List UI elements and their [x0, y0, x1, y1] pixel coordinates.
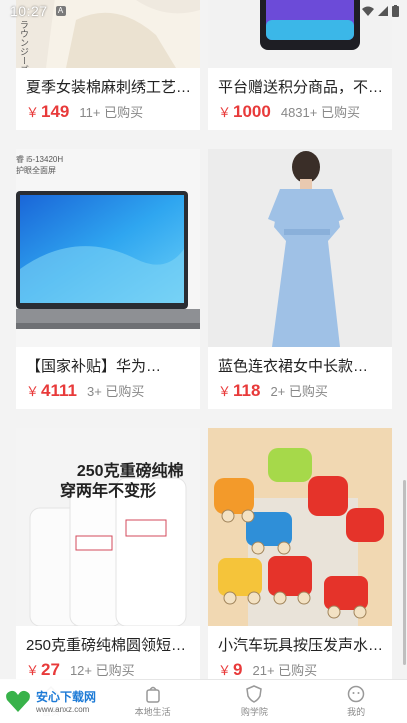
product-price: 9 [233, 660, 243, 679]
sold-count: 21+ 已购买 [252, 663, 318, 678]
tab-label: 购学院 [240, 707, 268, 717]
product-image[interactable] [208, 428, 392, 626]
watermark-url: www.anxz.com [36, 705, 90, 714]
notification-icon: A [55, 6, 66, 16]
product-title: 夏季女装棉麻刺绣工艺… [26, 79, 192, 96]
product-image[interactable]: 睿 i5-13420H 护眼全面屏 [16, 149, 200, 347]
sold-count: 11+ 已购买 [79, 105, 144, 120]
image-caption: 睿 i5-13420H 护眼全面屏 [16, 155, 64, 175]
price-symbol: ￥ [26, 384, 40, 399]
price-symbol: ￥ [26, 105, 40, 120]
wifi-icon [362, 6, 374, 16]
product-title: 【国家补贴】华为… [26, 358, 162, 375]
tab-label: 我的 [347, 707, 366, 717]
product-title: 小汽车玩具按压发声水… [218, 637, 384, 654]
tab-profile[interactable]: 我的 [305, 680, 407, 723]
product-price: 118 [233, 381, 261, 400]
price-row: ￥ 4111 3+ 已购买 [16, 381, 200, 409]
product-price: 149 [41, 102, 70, 121]
product-card[interactable]: 250克重磅纯棉 穿两年不变形 250克重磅纯棉圆领短… ￥ 27 12+ 已购… [16, 428, 200, 688]
sold-count: 3+ 已购买 [86, 384, 145, 399]
status-time: 10:27 [10, 3, 48, 19]
battery-icon [392, 5, 399, 17]
price-symbol: ￥ [26, 663, 40, 678]
signal-icon [378, 6, 388, 16]
app-screen: 10:27 A ラウンジーズ 夏季女装棉麻刺绣工艺… ￥ 149 11+ 已购买… [0, 0, 407, 723]
product-card[interactable]: 睿 i5-13420H 护眼全面屏 【国家补贴】华为… ￥ 4111 3+ 已购… [16, 149, 200, 409]
scrollbar[interactable] [403, 480, 406, 665]
sold-count: 12+ 已购买 [69, 663, 135, 678]
price-symbol: ￥ [218, 384, 232, 399]
shield-icon [246, 685, 263, 703]
price-row: ￥ 118 2+ 已购买 [208, 381, 392, 409]
watermark-logo: 安心下载网 www.anxz.com [0, 679, 110, 723]
price-row: ￥ 1000 4831+ 已购买 [208, 102, 392, 130]
product-title: 平台赠送积分商品，不… [218, 79, 384, 96]
image-caption: 250克重磅纯棉 穿两年不变形 [59, 463, 184, 500]
product-price: 4111 [41, 381, 77, 400]
sold-count: 4831+ 已购买 [280, 105, 360, 120]
bag-icon [145, 686, 160, 703]
price-row: ￥ 149 11+ 已购买 [16, 102, 200, 130]
tab-label: 本地生活 [134, 707, 171, 717]
product-title: 250克重磅纯棉圆领短… [26, 637, 187, 654]
product-image[interactable] [208, 149, 392, 347]
heart-logo-icon [6, 690, 30, 712]
watermark-text: 安心下载网 www.anxz.com [36, 688, 96, 714]
tab-academy[interactable]: 购学院 [204, 680, 306, 723]
price-symbol: ￥ [218, 663, 232, 678]
tab-local-life[interactable]: 本地生活 [102, 680, 204, 723]
watermark-name: 安心下载网 [36, 690, 97, 704]
profile-icon [347, 685, 365, 703]
product-card[interactable]: 蓝色连衣裙女中长款… ￥ 118 2+ 已购买 [208, 149, 392, 409]
product-title: 蓝色连衣裙女中长款… [218, 358, 369, 375]
price-symbol: ￥ [218, 105, 232, 120]
product-image[interactable]: 250克重磅纯棉 穿两年不变形 [16, 428, 200, 626]
product-card[interactable]: 小汽车玩具按压发声水… ￥ 9 21+ 已购买 [208, 428, 392, 688]
product-price: 1000 [233, 102, 271, 121]
product-price: 27 [41, 660, 60, 679]
svg-text:ラウンジーズ: ラウンジーズ [19, 20, 29, 68]
status-bar: 10:27 A [0, 0, 407, 22]
sold-count: 2+ 已购买 [270, 384, 328, 399]
status-icons [362, 5, 399, 17]
